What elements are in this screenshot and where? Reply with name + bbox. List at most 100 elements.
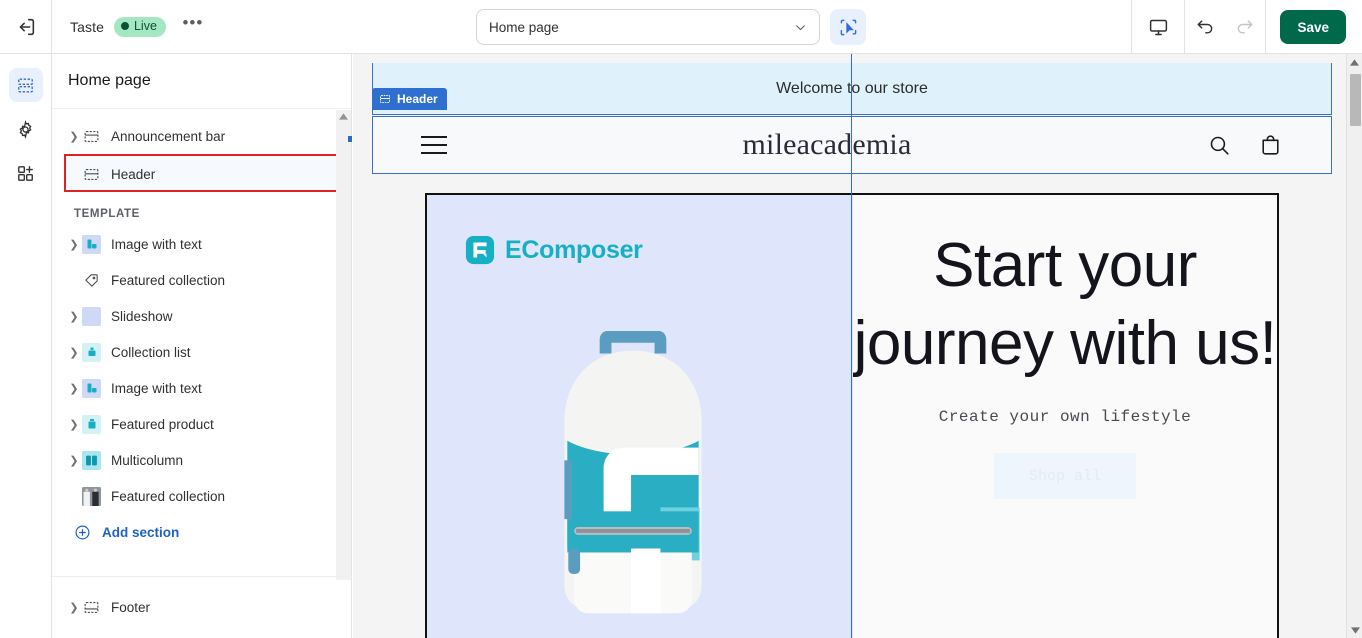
ecomposer-logo-text: EComposer — [505, 235, 643, 264]
ellipsis-icon: ••• — [182, 13, 204, 32]
image-with-text-thumb — [82, 234, 101, 254]
canvas-scrollbar-thumb[interactable] — [1350, 74, 1361, 126]
live-label: Live — [133, 18, 157, 33]
pointer-select-icon — [840, 19, 856, 35]
chevron-right-icon[interactable]: ❯ — [66, 130, 82, 143]
tree-item-label: Image with text — [111, 380, 202, 396]
featured-product-thumb — [82, 414, 101, 434]
tree-item-label: Featured product — [111, 416, 214, 432]
save-label: Save — [1297, 19, 1329, 35]
tree-item-image-with-text-1[interactable]: ❯ Image with text — [52, 226, 352, 262]
store-logo-text: mileacademia — [742, 128, 912, 161]
hero-subheading: Create your own lifestyle — [938, 408, 1192, 426]
top-toolbar: Taste Live ••• Home page Save — [0, 0, 1362, 54]
tree-item-footer[interactable]: ❯ Footer — [52, 590, 352, 626]
left-icon-rail — [0, 54, 52, 638]
page-selector-dropdown[interactable]: Home page — [476, 9, 820, 45]
store-header-actions — [1207, 133, 1283, 158]
tag-outline-icon — [82, 271, 101, 290]
image-with-text-thumb — [82, 378, 101, 398]
tree-item-label: Collection list — [111, 344, 191, 360]
tree-item-image-with-text-2[interactable]: ❯ Image with text — [52, 370, 352, 406]
undo-button[interactable] — [1185, 0, 1225, 54]
tree-item-header-wrapper: Header — [52, 154, 352, 194]
sections-tree: ❯ Announcement bar Header TEMPLATE ❯ Ima… — [52, 110, 352, 580]
sections-sidebar: Home page ❯ Announcement bar Header TEMP… — [52, 54, 352, 638]
redo-icon — [1238, 20, 1253, 34]
tree-item-label: Featured collection — [111, 488, 226, 504]
sections-icon — [18, 77, 33, 93]
preview-image-with-text-section[interactable]: EComposer Start your journey with us! Cr… — [425, 193, 1279, 638]
sidebar-item-apps[interactable] — [9, 156, 43, 190]
device-preview-button[interactable] — [1132, 0, 1184, 54]
tree-item-collection-list[interactable]: ❯ Collection list — [52, 334, 352, 370]
chevron-right-icon[interactable]: ❯ — [66, 346, 82, 359]
settings-gear-icon — [19, 119, 32, 139]
tree-item-header[interactable]: Header — [52, 156, 352, 192]
footer-section-icon — [82, 598, 101, 617]
scroll-up-arrow[interactable] — [1347, 54, 1362, 70]
tree-item-featured-product[interactable]: ❯ Featured product — [52, 406, 352, 442]
shop-all-button[interactable]: Shop all — [994, 453, 1136, 499]
scroll-down-arrow[interactable] — [1347, 622, 1362, 638]
live-dot-icon — [120, 22, 129, 30]
chevron-right-icon[interactable]: ❯ — [66, 310, 82, 323]
tree-item-label: Footer — [111, 600, 151, 615]
selected-section-badge[interactable]: Header — [372, 88, 447, 110]
sidebar-item-sections[interactable] — [8, 68, 43, 102]
footer-tree-area: ❯ Footer — [52, 576, 352, 638]
toolbar-divider — [1265, 0, 1267, 54]
ecomposer-logo-icon — [465, 235, 495, 265]
hero-heading: Start your journey with us! — [853, 231, 1277, 378]
chevron-right-icon[interactable]: ❯ — [66, 418, 82, 431]
scrollbar-thumb[interactable] — [348, 136, 352, 142]
search-icon[interactable] — [1207, 133, 1232, 158]
header-section-icon — [380, 95, 390, 103]
center-guide-line — [851, 54, 852, 638]
tree-item-announcement-bar[interactable]: ❯ Announcement bar — [52, 118, 352, 154]
tree-item-slideshow[interactable]: ❯ Slideshow — [52, 298, 352, 334]
save-button[interactable]: Save — [1280, 10, 1346, 44]
sidebar-item-settings[interactable] — [9, 112, 43, 146]
topbar-actions: Save — [1131, 0, 1362, 54]
chevron-right-icon[interactable]: ❯ — [66, 601, 82, 614]
scroll-up-arrow[interactable] — [336, 110, 351, 123]
tree-item-featured-collection-1[interactable]: Featured collection — [52, 262, 352, 298]
sidebar-scrollbar[interactable] — [336, 110, 352, 580]
tree-item-label: Slideshow — [111, 308, 173, 324]
teal-backpack-image — [535, 313, 731, 638]
undo-icon — [1198, 20, 1213, 34]
apps-blocks-icon — [18, 165, 33, 181]
canvas-scrollbar[interactable] — [1346, 54, 1362, 638]
hamburger-menu-icon[interactable] — [421, 130, 447, 160]
shopping-bag-icon[interactable] — [1258, 133, 1283, 158]
section-text-column: Start your journey with us! Create your … — [853, 195, 1277, 638]
template-group-label: TEMPLATE — [74, 208, 140, 220]
header-section-icon — [82, 165, 101, 184]
collection-list-thumb — [82, 342, 101, 362]
tree-item-label: Header — [111, 166, 156, 182]
featured-collection-photo-thumb — [82, 486, 101, 506]
add-section-label: Add section — [102, 524, 180, 540]
more-options-button[interactable]: ••• — [180, 14, 206, 40]
slideshow-thumb — [82, 306, 101, 326]
multicolumn-thumb — [82, 450, 101, 470]
tree-item-label: Featured collection — [111, 272, 226, 288]
preview-announcement-bar[interactable]: Welcome to our store — [372, 63, 1332, 115]
exit-editor-button[interactable] — [0, 0, 52, 54]
preview-store-header[interactable]: mileacademia — [372, 116, 1332, 174]
chevron-right-icon[interactable]: ❯ — [66, 454, 82, 467]
redo-button[interactable] — [1225, 0, 1265, 54]
tree-item-multicolumn[interactable]: ❯ Multicolumn — [52, 442, 352, 478]
theme-editor-app: Taste Live ••• Home page Save Home page … — [0, 0, 1362, 638]
select-tool-button[interactable] — [830, 9, 866, 45]
page-selector-value: Home page — [489, 19, 559, 35]
chevron-right-icon[interactable]: ❯ — [66, 382, 82, 395]
preview-canvas: Welcome to our store Header mileacademia — [353, 54, 1362, 638]
tree-item-featured-collection-2[interactable]: Featured collection — [52, 478, 352, 514]
plus-circle-icon — [75, 525, 90, 539]
add-section-button[interactable]: Add section — [52, 514, 352, 550]
chevron-right-icon[interactable]: ❯ — [66, 238, 82, 251]
chevron-down-icon — [796, 24, 805, 30]
tree-item-label: Announcement bar — [111, 128, 226, 144]
